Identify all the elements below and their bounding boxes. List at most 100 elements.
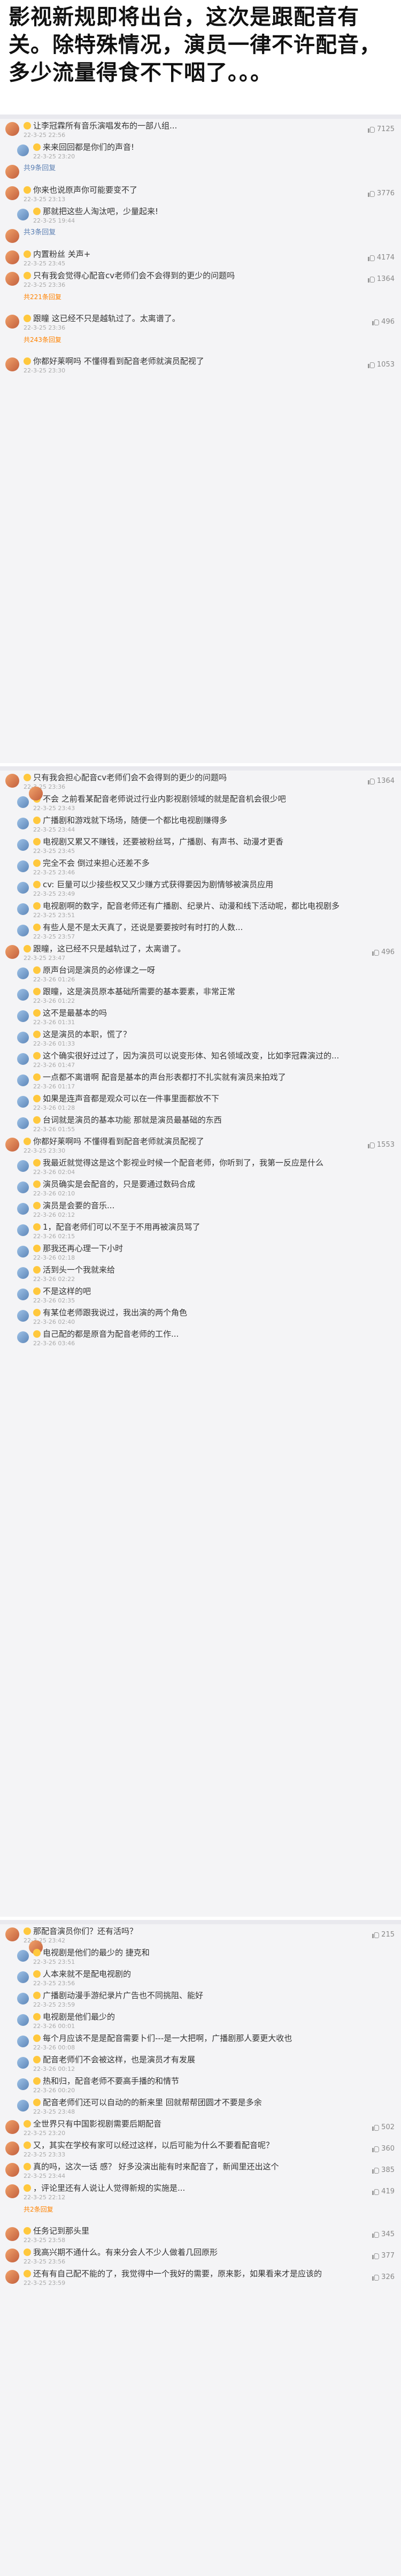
avatar[interactable] (5, 2120, 19, 2134)
avatar[interactable] (5, 2163, 19, 2177)
comment-text: 我最近就觉得这是这个影视业时候一个配音老师，你听到了，我第一反应是什么 (33, 1158, 352, 1168)
emoji-icon (33, 1330, 41, 1338)
avatar[interactable] (17, 925, 29, 936)
like-button[interactable]: 215 (372, 1931, 395, 1939)
emoji-icon (33, 208, 41, 215)
avatar[interactable] (5, 2141, 19, 2155)
avatar[interactable] (5, 315, 19, 329)
avatar[interactable] (17, 1246, 29, 1257)
like-button[interactable]: 360 (372, 2145, 395, 2153)
avatar[interactable] (17, 1310, 29, 1322)
avatar[interactable] (5, 272, 19, 286)
avatar[interactable] (5, 229, 19, 243)
avatar[interactable] (17, 882, 29, 894)
avatar[interactable] (17, 1203, 29, 1215)
avatar[interactable] (5, 250, 19, 264)
avatar[interactable] (5, 2184, 19, 2198)
like-button[interactable]: 3776 (367, 189, 395, 197)
like-button[interactable]: 1364 (367, 275, 395, 283)
avatar[interactable] (17, 1074, 29, 1086)
avatar[interactable] (17, 1117, 29, 1129)
reply-item: 这个确实很好过过了，因为演员可以说变形体、知名领域改变，比如李冠霖演过的... 2… (0, 1049, 401, 1070)
avatar[interactable] (5, 1138, 19, 1152)
avatar[interactable] (5, 357, 19, 371)
avatar[interactable] (5, 2270, 19, 2284)
thumb-up-icon (367, 778, 375, 784)
avatar[interactable] (17, 1950, 29, 1962)
like-button[interactable]: 1053 (367, 361, 395, 369)
like-button[interactable]: 345 (372, 2230, 395, 2238)
comment-item: 我高兴期不通什么。有来分会人不少人做着几回原形 22-3-25 23:56 377 (0, 2245, 401, 2267)
avatar[interactable] (5, 2249, 19, 2262)
reply-count-link[interactable]: 共221条回复 (0, 290, 401, 311)
reply-count-link[interactable]: 共9条回复 (0, 162, 401, 183)
like-button[interactable]: 419 (372, 2188, 395, 2196)
reply-count-link[interactable]: 共2条回复 (0, 2202, 401, 2224)
avatar[interactable] (17, 1971, 29, 1983)
like-button[interactable]: 4174 (367, 254, 395, 262)
avatar[interactable] (17, 144, 29, 156)
avatar[interactable] (17, 1096, 29, 1108)
comment-item: 你来也说原声你可能要变不了 22-3-25 23:13 3776 (0, 183, 401, 204)
avatar[interactable] (17, 796, 29, 808)
avatar[interactable] (17, 2100, 29, 2112)
emoji-icon (24, 2141, 31, 2149)
like-button[interactable]: 326 (372, 2273, 395, 2281)
avatar[interactable] (17, 1224, 29, 1236)
like-button[interactable]: 385 (372, 2166, 395, 2174)
avatar[interactable] (5, 1927, 19, 1941)
like-button[interactable]: 1364 (367, 777, 395, 785)
avatar[interactable] (17, 1010, 29, 1022)
comment-timestamp: 22-3-25 23:43 (33, 805, 75, 812)
like-button[interactable]: 502 (372, 2123, 395, 2131)
avatar[interactable] (17, 1032, 29, 1043)
avatar[interactable] (17, 1289, 29, 1300)
comment-text: 又，其实在学校有家可以经过这样，以后可能为什么不要看配音呢？ (24, 2140, 352, 2150)
comment-text: 只有我会觉得心配音cv老师们会不会得到的更少的问题吗 (24, 271, 352, 280)
comment-text: 电视剧是他们最少的 (33, 2012, 352, 2022)
like-button[interactable]: 7125 (367, 125, 395, 133)
avatar[interactable] (5, 774, 19, 788)
avatar[interactable] (17, 989, 29, 1001)
avatar[interactable] (17, 818, 29, 829)
avatar[interactable] (5, 165, 19, 179)
avatar[interactable] (17, 1053, 29, 1065)
avatar[interactable] (17, 860, 29, 872)
comment-text: 电视剧啊的数字，配音老师还有广播剧、纪录片、动漫和线下活动呢，都比电视剧多 (33, 901, 352, 911)
comment-item: 跟瞳，这已经不只是越轨过了，太离谱了。 22-3-25 23:47 496 (0, 942, 401, 963)
avatar[interactable] (17, 1160, 29, 1172)
like-button[interactable]: 377 (372, 2252, 395, 2260)
avatar[interactable] (5, 186, 19, 200)
like-count: 1553 (376, 1141, 395, 1149)
avatar[interactable] (5, 945, 19, 959)
reply-count-link[interactable]: 共243条回复 (0, 333, 401, 354)
comment-text: 演员是会要的音乐... (33, 1201, 352, 1210)
comment-item: 真的吗，这次一话 感？ 好多没演出能有时来配音了，新闻里还出这个 22-3-25 … (0, 2160, 401, 2181)
avatar[interactable] (5, 122, 19, 136)
like-button[interactable]: 1553 (367, 1141, 395, 1149)
reply-count-link[interactable]: 共3条回复 (0, 226, 401, 247)
avatar[interactable] (17, 2014, 29, 2026)
avatar[interactable] (17, 1331, 29, 1343)
comment-timestamp: 22-3-25 23:30 (24, 1147, 66, 1154)
like-button[interactable]: 496 (372, 318, 395, 326)
avatar[interactable] (17, 1182, 29, 1193)
avatar[interactable] (29, 787, 43, 801)
avatar[interactable] (17, 1993, 29, 2005)
avatar[interactable] (17, 1267, 29, 1279)
avatar[interactable] (17, 967, 29, 979)
reply-item: 配音老师们还可以自动的的新来里 回就帮帮团圆才不要是多余 22-3-25 23:4… (0, 2095, 401, 2117)
avatar[interactable] (17, 2057, 29, 2069)
like-button[interactable]: 496 (372, 948, 395, 956)
avatar[interactable] (17, 903, 29, 915)
reply-item: 演员是会要的音乐... 22-3-26 02:12 (0, 1199, 401, 1220)
avatar[interactable] (17, 2036, 29, 2047)
emoji-icon (33, 881, 41, 888)
avatar[interactable] (17, 209, 29, 220)
comment-text: 共221条回复 (24, 293, 61, 301)
avatar[interactable] (5, 2227, 19, 2241)
emoji-icon (24, 315, 31, 322)
comment-item: 只有我会觉得心配音cv老师们会不会得到的更少的问题吗 22-3-25 23:36 1… (0, 269, 401, 290)
avatar[interactable] (17, 2078, 29, 2090)
avatar[interactable] (17, 839, 29, 851)
